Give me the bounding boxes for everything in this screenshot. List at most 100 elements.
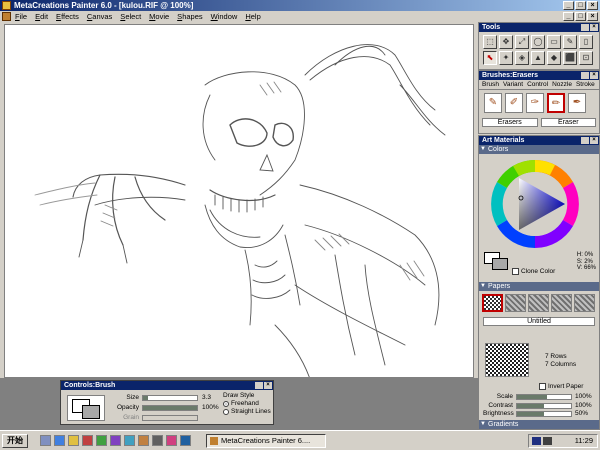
app-icon-5[interactable] bbox=[138, 435, 149, 446]
tool-icon[interactable]: ▭ bbox=[547, 35, 561, 49]
paper-texture-3[interactable] bbox=[528, 294, 549, 312]
variant-menu[interactable]: Variant bbox=[503, 81, 523, 88]
folder-icon[interactable] bbox=[68, 435, 79, 446]
tool-icon[interactable]: ⬛ bbox=[563, 51, 577, 65]
paper-texture-4[interactable] bbox=[551, 294, 572, 312]
menu-select[interactable]: Select bbox=[119, 12, 142, 21]
tools-minimize-button[interactable] bbox=[581, 24, 589, 31]
papers-section-header[interactable]: Papers bbox=[479, 282, 599, 291]
menu-shapes[interactable]: Shapes bbox=[176, 12, 203, 21]
paper-texture-5[interactable] bbox=[574, 294, 595, 312]
brush-category-field[interactable]: Erasers bbox=[482, 118, 538, 127]
palette-close-button[interactable]: × bbox=[264, 382, 272, 389]
brushes-minimize-button[interactable] bbox=[581, 72, 589, 79]
drawing-canvas[interactable] bbox=[4, 24, 474, 378]
app-icon-4[interactable] bbox=[124, 435, 135, 446]
paper-texture-2[interactable] bbox=[505, 294, 526, 312]
freehand-radio-icon[interactable] bbox=[223, 401, 229, 407]
contrast-slider[interactable] bbox=[516, 402, 572, 409]
tool-icon[interactable]: ▯ bbox=[579, 35, 593, 49]
nozzle-menu[interactable]: Nozzle bbox=[552, 81, 572, 88]
brushes-close-button[interactable]: × bbox=[590, 72, 598, 79]
tool-icon[interactable]: ⬉ bbox=[483, 51, 497, 65]
invert-paper-checkbox[interactable]: Invert Paper bbox=[539, 383, 583, 390]
doc-restore-button[interactable]: □ bbox=[575, 12, 586, 21]
tool-icon[interactable]: ▲ bbox=[531, 51, 545, 65]
paper-preview bbox=[485, 343, 529, 377]
desktop-icon[interactable] bbox=[40, 435, 51, 446]
tools-title-text: Tools bbox=[482, 24, 501, 31]
minimize-button[interactable]: _ bbox=[563, 1, 574, 10]
tool-icon[interactable]: ✎ bbox=[563, 35, 577, 49]
paper-texture-untitled[interactable] bbox=[482, 294, 503, 312]
freehand-label: Freehand bbox=[231, 400, 259, 407]
grain-label: Grain bbox=[123, 414, 139, 421]
secondary-color-swatch[interactable] bbox=[492, 258, 508, 270]
menu-effects[interactable]: Effects bbox=[55, 12, 80, 21]
app-icon-2[interactable] bbox=[96, 435, 107, 446]
chalk-brush-icon[interactable]: ✒ bbox=[568, 93, 586, 113]
freehand-option[interactable]: Freehand bbox=[223, 400, 271, 408]
volume-icon[interactable] bbox=[543, 437, 552, 445]
input-method-icon[interactable] bbox=[532, 437, 541, 445]
app-icon-7[interactable] bbox=[166, 435, 177, 446]
airbrush-icon[interactable]: ✑ bbox=[526, 93, 544, 113]
eraser-brush-icon[interactable]: ✏ bbox=[547, 93, 565, 113]
colors-section-header[interactable]: Colors bbox=[479, 145, 599, 154]
stroke-menu[interactable]: Stroke bbox=[576, 81, 595, 88]
straight-radio-icon[interactable] bbox=[223, 409, 229, 415]
close-button[interactable]: × bbox=[587, 1, 598, 10]
size-slider[interactable] bbox=[142, 394, 198, 401]
opacity-slider[interactable] bbox=[142, 404, 198, 411]
secondary-swatch[interactable] bbox=[82, 405, 100, 419]
art-materials-minimize-button[interactable] bbox=[581, 137, 589, 144]
menu-edit[interactable]: Edit bbox=[34, 12, 49, 21]
gradients-section-header[interactable]: Gradients bbox=[479, 420, 599, 429]
color-swatch-preview[interactable] bbox=[67, 395, 105, 421]
app-icon-3[interactable] bbox=[110, 435, 121, 446]
tool-icon[interactable]: ✦ bbox=[499, 51, 513, 65]
tools-close-button[interactable]: × bbox=[590, 24, 598, 31]
brush-selection-labels: Erasers Eraser bbox=[479, 116, 599, 129]
maximize-button[interactable]: □ bbox=[575, 1, 586, 10]
color-wheel[interactable] bbox=[479, 156, 600, 256]
app-icon-1[interactable] bbox=[82, 435, 93, 446]
doc-close-button[interactable]: × bbox=[587, 12, 598, 21]
tool-icon[interactable]: ⬚ bbox=[483, 35, 497, 49]
brushes-title: Brushes:Erasers × bbox=[479, 71, 599, 80]
tool-icon[interactable]: ⊡ bbox=[579, 51, 593, 65]
menu-canvas[interactable]: Canvas bbox=[86, 12, 113, 21]
control-menu[interactable]: Control bbox=[527, 81, 548, 88]
painter-app-icon[interactable] bbox=[2, 1, 11, 10]
palette-minimize-button[interactable] bbox=[255, 382, 263, 389]
start-button[interactable]: 开始 bbox=[2, 434, 28, 448]
tool-icon[interactable]: ◆ bbox=[547, 51, 561, 65]
controls-title-text: Controls:Brush bbox=[64, 382, 116, 389]
paper-name-field[interactable]: Untitled bbox=[483, 317, 595, 326]
scale-slider[interactable] bbox=[516, 393, 572, 400]
paintbrush-icon[interactable]: ✐ bbox=[505, 93, 523, 113]
brush-variant-field[interactable]: Eraser bbox=[540, 118, 596, 127]
menu-help[interactable]: Help bbox=[244, 12, 261, 21]
menu-movie[interactable]: Movie bbox=[148, 12, 170, 21]
menu-file[interactable]: File bbox=[14, 12, 28, 21]
browser-icon[interactable] bbox=[54, 435, 65, 446]
tool-icon[interactable]: ✥ bbox=[499, 35, 513, 49]
app-icon-6[interactable] bbox=[152, 435, 163, 446]
pencil-brush-icon[interactable]: ✎ bbox=[484, 93, 502, 113]
brush-menu[interactable]: Brush bbox=[482, 81, 499, 88]
invert-paper-check-icon[interactable] bbox=[539, 383, 546, 390]
tool-icon[interactable]: ◯ bbox=[531, 35, 545, 49]
art-materials-close-button[interactable]: × bbox=[590, 137, 598, 144]
controls-brush-title: Controls:Brush × bbox=[61, 381, 273, 390]
tool-icon[interactable]: ⤢ bbox=[515, 35, 529, 49]
tool-icon[interactable]: ◈ bbox=[515, 51, 529, 65]
straight-lines-option[interactable]: Straight Lines bbox=[223, 408, 271, 416]
doc-minimize-button[interactable]: _ bbox=[563, 12, 574, 21]
clone-color-check-icon[interactable] bbox=[512, 268, 519, 275]
painter-task-button[interactable]: MetaCreations Painter 6.... bbox=[206, 434, 326, 448]
clone-color-checkbox[interactable]: Clone Color bbox=[512, 268, 555, 275]
brightness-slider[interactable] bbox=[516, 410, 572, 417]
menu-window[interactable]: Window bbox=[210, 12, 239, 21]
app-icon-8[interactable] bbox=[180, 435, 191, 446]
